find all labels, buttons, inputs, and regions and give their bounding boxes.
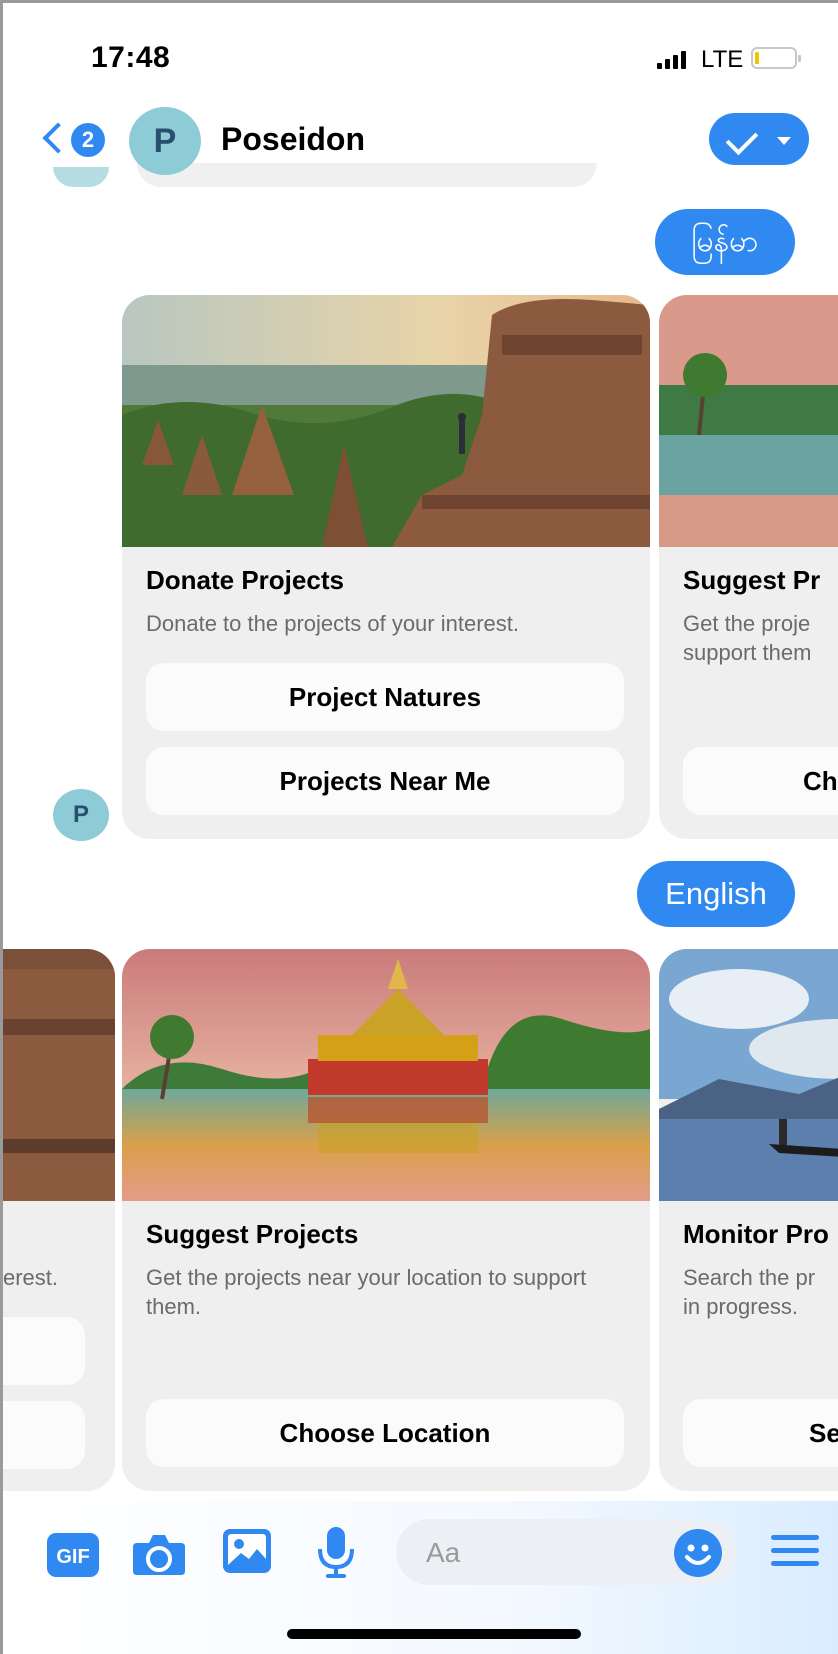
contact-name[interactable]: Poseidon bbox=[221, 121, 365, 158]
gif-icon: GIF bbox=[47, 1533, 99, 1577]
card-subtitle-line2: in progress. bbox=[683, 1294, 798, 1319]
network-label: LTE bbox=[701, 46, 744, 73]
lake-palace-image bbox=[659, 295, 838, 547]
smiley-icon bbox=[685, 1544, 711, 1565]
pagoda-landscape-image bbox=[122, 295, 650, 547]
status-time: 17:48 bbox=[91, 41, 171, 74]
gallery-button[interactable] bbox=[223, 1529, 271, 1573]
card-donate-projects: Donate Projects Donate to the projects o… bbox=[122, 295, 650, 839]
messenger-screen: 17:48 LTE 2 P Poseidon မြန်မာ Donate Pro… bbox=[0, 0, 838, 1654]
projects-near-me-button[interactable]: Projects Near Me bbox=[146, 747, 624, 815]
home-indicator[interactable] bbox=[287, 1629, 581, 1639]
bot-avatar: P bbox=[53, 789, 109, 841]
contact-avatar[interactable]: P bbox=[129, 107, 201, 175]
checkmark-icon bbox=[725, 122, 759, 156]
search-button-peek[interactable]: Se bbox=[683, 1399, 838, 1467]
gif-button[interactable]: GIF bbox=[47, 1533, 99, 1577]
card-title: Suggest Projects bbox=[146, 1219, 359, 1249]
choose-location-button-peek[interactable]: Ch bbox=[683, 747, 838, 815]
message-input-placeholder: Aa bbox=[426, 1537, 461, 1568]
camera-button[interactable] bbox=[133, 1531, 185, 1577]
checkmark-dropdown-button[interactable] bbox=[709, 113, 809, 165]
unread-count-badge: 2 bbox=[71, 123, 105, 157]
signal-icon bbox=[657, 49, 691, 69]
pagoda-landscape-image bbox=[3, 949, 115, 1201]
voice-button[interactable] bbox=[317, 1527, 355, 1579]
card-title: Donate Projects bbox=[146, 565, 344, 595]
choose-location-button[interactable]: Choose Location bbox=[146, 1399, 624, 1467]
card-subtitle-line1: Search the pr bbox=[683, 1265, 816, 1290]
card-subtitle-line2: support them bbox=[683, 640, 812, 665]
message-input[interactable]: Aa bbox=[396, 1519, 736, 1585]
card-suggest-projects: Suggest Projects Get the projects near y… bbox=[122, 949, 650, 1491]
camera-icon bbox=[133, 1535, 185, 1575]
language-reply-english[interactable]: English bbox=[637, 861, 795, 927]
gif-label: GIF bbox=[56, 1546, 89, 1568]
lake-palace-image bbox=[122, 949, 650, 1201]
chat-header: 2 P Poseidon bbox=[3, 99, 838, 183]
chevron-left-icon bbox=[42, 122, 74, 154]
card-monitor-projects-peek[interactable]: Monitor Pro Search the pr in progress. S… bbox=[659, 949, 838, 1491]
menu-button[interactable] bbox=[771, 1535, 819, 1567]
language-reply-myanmar[interactable]: မြန်မာ bbox=[655, 209, 795, 275]
card-donate-projects-prev[interactable]: erest. bbox=[3, 949, 115, 1491]
lake-boat-image bbox=[659, 949, 838, 1201]
project-natures-button[interactable]: Project Natures bbox=[146, 663, 624, 731]
battery-icon bbox=[751, 47, 801, 69]
message-composer: GIF Aa bbox=[3, 1501, 838, 1654]
microphone-icon bbox=[318, 1527, 354, 1578]
image-icon bbox=[223, 1529, 271, 1573]
hamburger-icon bbox=[771, 1535, 819, 1540]
card-title: Suggest Pr bbox=[683, 565, 821, 595]
back-button[interactable]: 2 bbox=[42, 119, 105, 161]
card-title: Monitor Pro bbox=[683, 1219, 829, 1249]
card-suggest-projects-peek[interactable]: Suggest Pr Get the proje support them Ch bbox=[659, 295, 838, 839]
emoji-button[interactable] bbox=[674, 1529, 722, 1577]
card-subtitle-line1: Get the proje bbox=[683, 611, 811, 636]
card-subtitle: Get the projects near your location to s… bbox=[146, 1265, 587, 1319]
projects-near-me-button-prev[interactable] bbox=[3, 1401, 85, 1469]
card-subtitle: Donate to the projects of your interest. bbox=[146, 611, 519, 636]
project-natures-button-prev[interactable] bbox=[3, 1317, 85, 1385]
chevron-down-icon bbox=[777, 137, 791, 145]
card-subtitle-tail: erest. bbox=[3, 1265, 59, 1290]
